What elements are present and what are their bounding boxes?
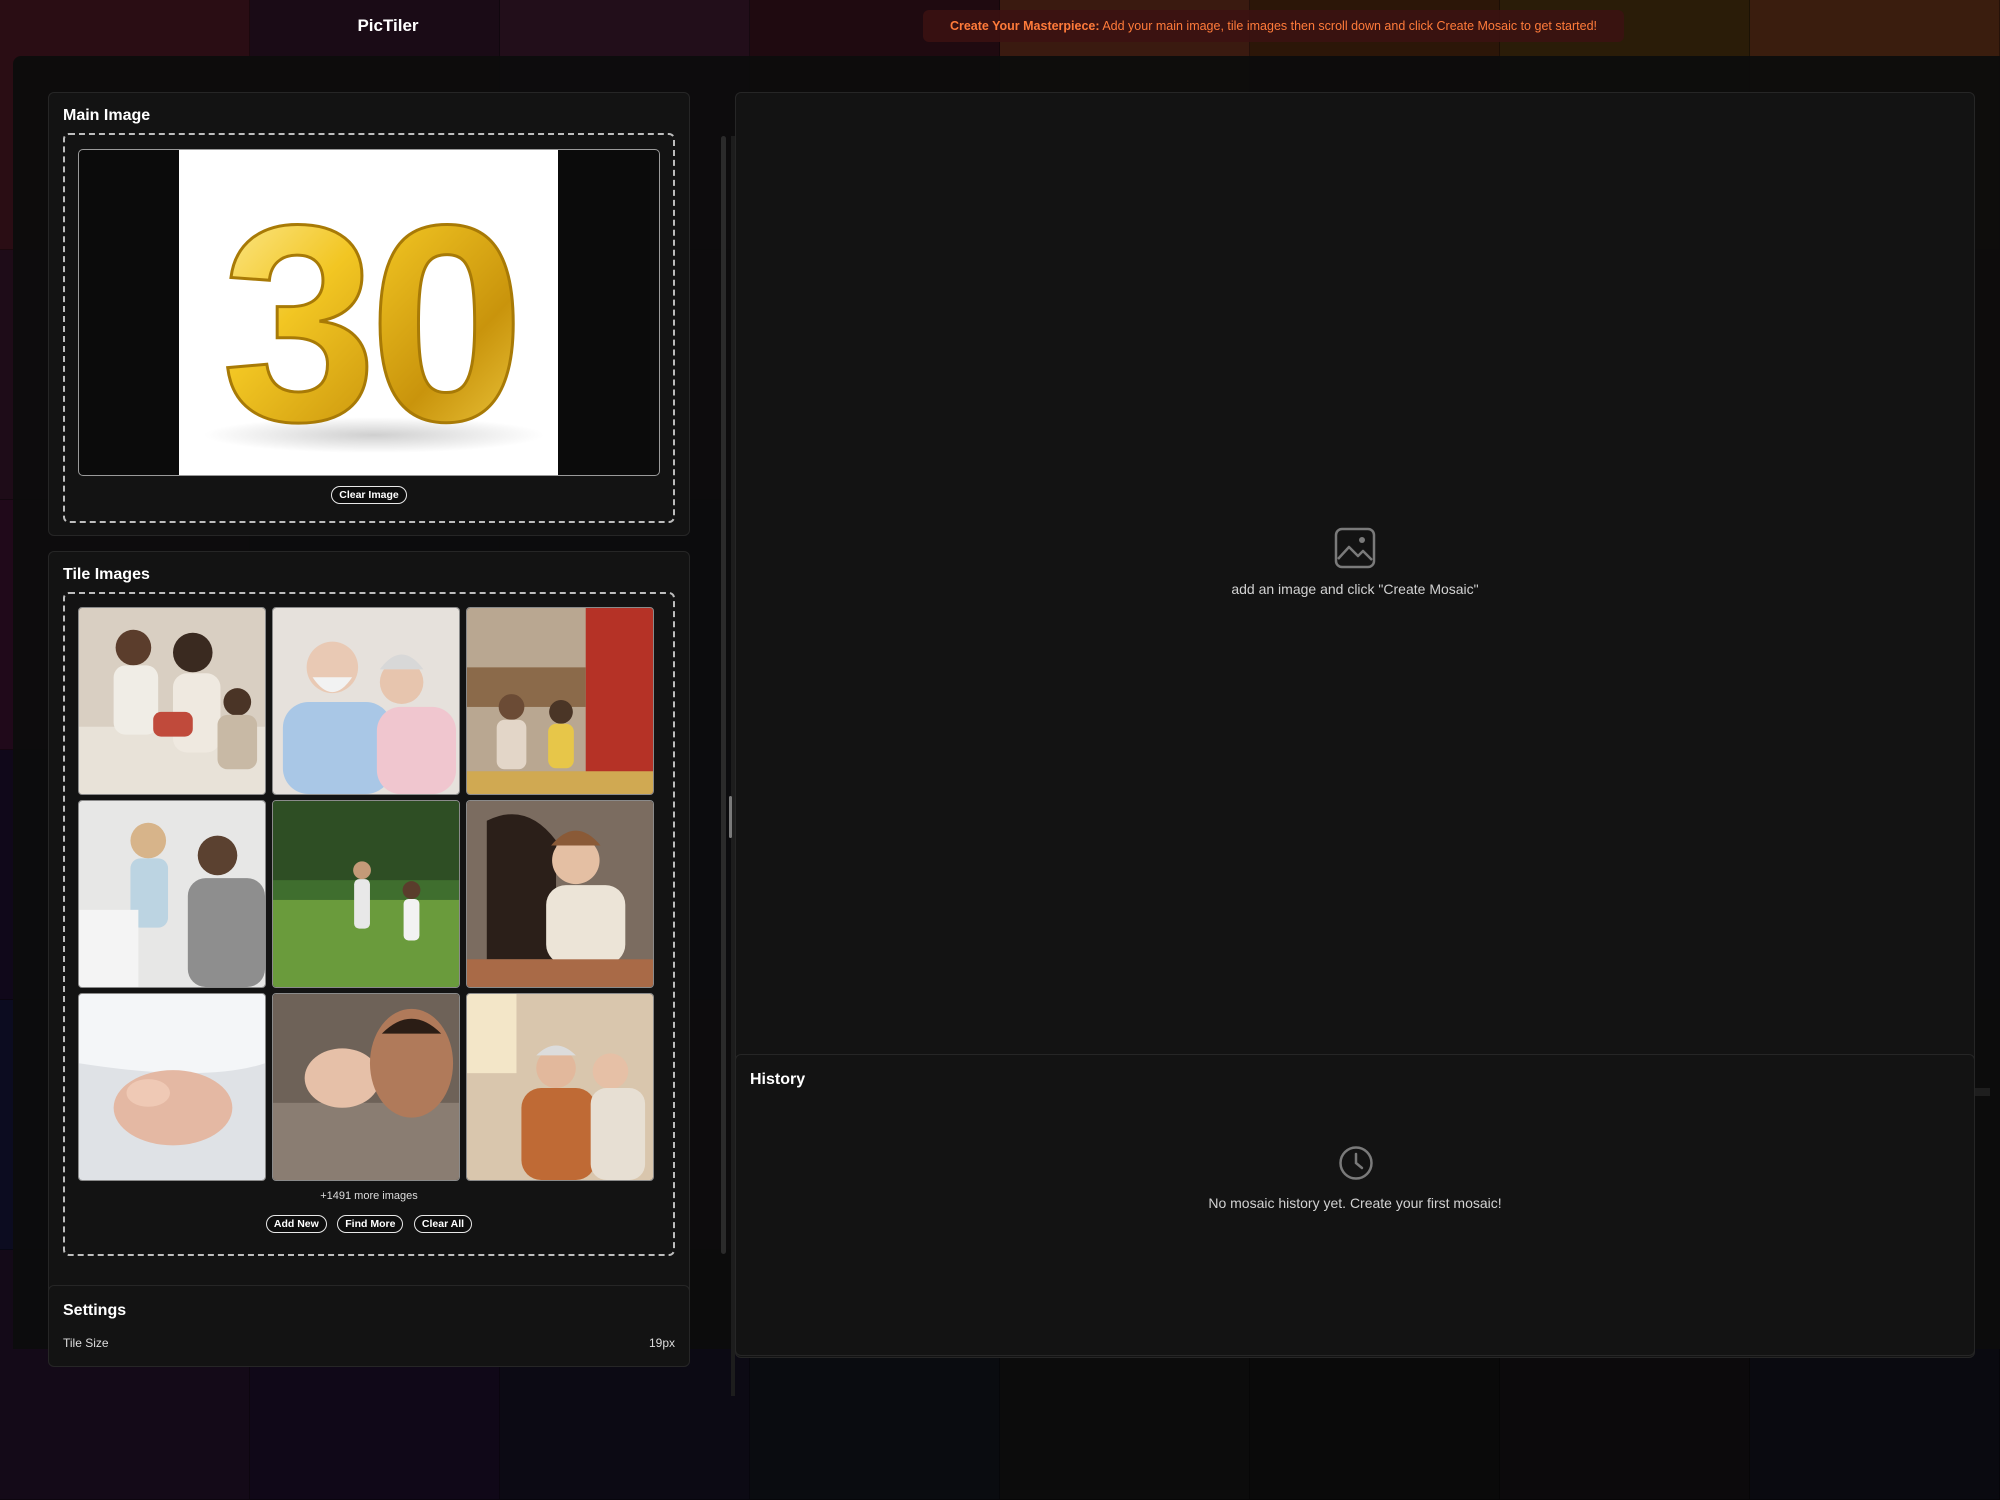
history-title: History bbox=[750, 1071, 806, 1088]
main-image-dropzone[interactable]: 30 Clear Image bbox=[63, 133, 675, 523]
main-image-title: Main Image bbox=[63, 107, 151, 124]
more-images-count: +1491 more images bbox=[320, 1190, 418, 1202]
clear-image-button[interactable]: Clear Image bbox=[331, 486, 407, 504]
banner-strong: Create Your Masterpiece: bbox=[949, 19, 1100, 33]
main-image-number: 30 bbox=[221, 168, 516, 475]
tile-image-thumbnail[interactable] bbox=[272, 993, 460, 1181]
tile-image-thumbnail[interactable] bbox=[466, 800, 654, 988]
clear-all-button[interactable]: Clear All bbox=[413, 1215, 473, 1233]
golden-30-image: 30 bbox=[204, 167, 544, 475]
image-icon bbox=[1334, 527, 1376, 569]
tile-image-thumbnail[interactable] bbox=[272, 800, 460, 988]
tile-images-card: Tile Images +1491 more images Add New Fi… bbox=[48, 551, 690, 1327]
history-empty-text: No mosaic history yet. Create your first… bbox=[1208, 1195, 1502, 1211]
settings-title: Settings bbox=[63, 1302, 127, 1319]
tile-image-thumbnail[interactable] bbox=[466, 993, 654, 1181]
left-panel-scrollbar[interactable] bbox=[721, 136, 726, 1254]
clock-icon bbox=[1338, 1145, 1374, 1181]
tile-images-dropzone[interactable]: +1491 more images Add New Find More Clea… bbox=[63, 592, 675, 1256]
mosaic-preview-card: add an image and click "Create Mosaic" bbox=[735, 92, 1975, 1086]
history-panel: History No mosaic history yet. Create yo… bbox=[735, 1054, 1975, 1356]
find-more-button[interactable]: Find More bbox=[337, 1215, 404, 1233]
tile-size-label: Tile Size bbox=[63, 1336, 109, 1350]
tile-actions: Add New Find More Clear All bbox=[65, 1214, 673, 1233]
getting-started-banner: Create Your Masterpiece: Add your main i… bbox=[923, 10, 1624, 42]
tile-size-value: 19px bbox=[648, 1336, 675, 1350]
tile-image-thumbnail[interactable] bbox=[78, 607, 266, 795]
tile-image-thumbnail[interactable] bbox=[78, 993, 266, 1181]
top-bar: PicTiler Create Your Masterpiece: Add yo… bbox=[0, 0, 2000, 56]
tile-image-thumbnail[interactable] bbox=[78, 800, 266, 988]
preview-empty-text: add an image and click "Create Mosaic" bbox=[1231, 581, 1479, 597]
tile-images-title: Tile Images bbox=[63, 566, 150, 583]
main-image-preview: 30 bbox=[78, 149, 660, 476]
app-title: PicTiler bbox=[357, 16, 419, 35]
add-new-button[interactable]: Add New bbox=[265, 1215, 327, 1233]
tile-image-thumbnail[interactable] bbox=[272, 607, 460, 795]
tile-image-thumbnail[interactable] bbox=[466, 607, 654, 795]
vertical-resize-handle[interactable] bbox=[729, 796, 732, 838]
app-panel: Main Image 30 Clear Image Tile Images +1… bbox=[13, 56, 2000, 1396]
main-image-card: Main Image 30 Clear Image bbox=[48, 92, 690, 536]
settings-card: Settings Tile Size 19px bbox=[48, 1285, 690, 1367]
banner-text: Add your main image, tile images then sc… bbox=[1099, 19, 1598, 33]
